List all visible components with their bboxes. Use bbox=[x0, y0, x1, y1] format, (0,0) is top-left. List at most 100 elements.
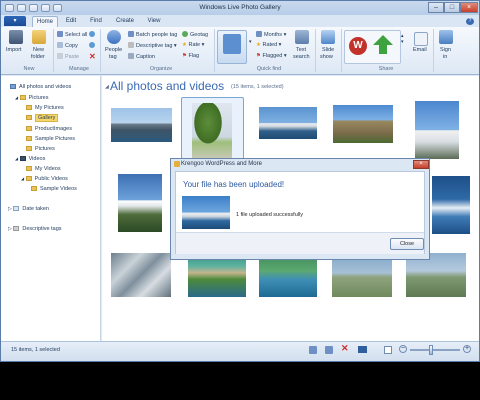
dialog-heading: Your file has been uploaded! bbox=[183, 180, 285, 189]
tab-edit[interactable]: Edit bbox=[61, 16, 81, 27]
select-all-icon bbox=[57, 31, 63, 37]
window-title: Windows Live Photo Gallery bbox=[199, 4, 281, 11]
photos-icon bbox=[10, 84, 16, 89]
star-icon: ★ bbox=[182, 42, 187, 48]
photo-thumbnail[interactable] bbox=[111, 253, 171, 297]
tab-home[interactable]: Home bbox=[32, 16, 58, 27]
zoom-in-button[interactable]: + bbox=[463, 345, 471, 353]
flag-button[interactable]: ⚑ Flag bbox=[182, 53, 199, 59]
paste-button[interactable]: Paste bbox=[57, 53, 79, 60]
group-label-manage: Manage bbox=[69, 66, 89, 72]
photo-thumbnail[interactable] bbox=[432, 176, 470, 234]
group-label-new: New bbox=[23, 66, 35, 72]
status-text: 15 items, 1 selected bbox=[11, 347, 60, 353]
rotate-right-icon[interactable] bbox=[89, 42, 97, 49]
photo-thumbnail[interactable] bbox=[333, 105, 393, 143]
folder-icon bbox=[32, 30, 46, 44]
import-button[interactable]: Import bbox=[5, 30, 27, 64]
flag-icon: ⚑ bbox=[256, 53, 261, 59]
batch-tag-icon bbox=[128, 31, 134, 37]
nav-date-taken[interactable]: ▷ Date taken bbox=[8, 206, 49, 212]
nav-product-images[interactable]: ProductImages bbox=[26, 126, 72, 132]
caption-icon bbox=[128, 53, 134, 59]
nav-pictures[interactable]: ◢ Pictures bbox=[15, 95, 48, 101]
copy-button[interactable]: Copy bbox=[57, 42, 78, 49]
delete-icon[interactable]: ✕ bbox=[341, 343, 349, 354]
sign-in-button[interactable]: Sign in bbox=[436, 30, 456, 64]
photo-thumbnail[interactable] bbox=[259, 107, 317, 139]
nav-pictures-2[interactable]: Pictures bbox=[26, 146, 55, 152]
flag-icon: ⚑ bbox=[182, 53, 187, 59]
folder-icon bbox=[26, 126, 32, 131]
people-filter-dropdown[interactable]: ▾ bbox=[249, 39, 252, 45]
uploaded-photo-thumbnail bbox=[182, 196, 230, 229]
folder-icon bbox=[19, 95, 26, 100]
photo-thumbnail[interactable] bbox=[111, 108, 172, 142]
upload-arrow-icon[interactable] bbox=[373, 35, 393, 45]
maximize-button[interactable]: □ bbox=[444, 2, 460, 13]
slideshow-button[interactable]: Slide show bbox=[317, 30, 339, 64]
close-button[interactable]: Close bbox=[390, 238, 424, 250]
zoom-slider-track[interactable] bbox=[410, 349, 460, 351]
tab-find[interactable]: Find bbox=[85, 16, 107, 27]
nav-my-pictures[interactable]: My Pictures bbox=[26, 105, 64, 111]
nav-all-photos-and-videos[interactable]: All photos and videos bbox=[10, 84, 71, 90]
batch-people-tag-button[interactable]: Batch people tag bbox=[128, 31, 177, 38]
share-scroll-arrows[interactable]: ▴ ▾ bbox=[401, 33, 404, 45]
tab-view[interactable]: View bbox=[143, 16, 165, 27]
help-icon[interactable]: ? bbox=[466, 18, 474, 25]
rotate-left-icon[interactable] bbox=[89, 31, 97, 38]
folder-icon bbox=[26, 136, 32, 141]
rated-button[interactable]: ★ Rated ▾ bbox=[256, 42, 281, 48]
collapse-arrow-icon[interactable]: ◢ bbox=[105, 84, 109, 90]
binoculars-icon bbox=[295, 30, 309, 44]
tab-create[interactable]: Create bbox=[111, 16, 139, 27]
dialog-app-icon bbox=[174, 161, 180, 167]
nav-gallery[interactable]: Gallery bbox=[26, 114, 59, 122]
caption-button[interactable]: Caption bbox=[128, 53, 155, 60]
people-filter-button[interactable] bbox=[217, 30, 247, 64]
delete-icon[interactable]: ✕ bbox=[89, 52, 96, 61]
email-button[interactable]: Email bbox=[410, 30, 432, 64]
wordpress-icon[interactable]: W bbox=[349, 37, 367, 55]
descriptive-tag-button[interactable]: Descriptive tag ▾ bbox=[128, 42, 177, 49]
photo-thumbnail[interactable] bbox=[192, 103, 232, 159]
rate-button[interactable]: ★ Rate ▾ bbox=[182, 42, 204, 48]
months-button[interactable]: Months ▾ bbox=[256, 31, 286, 38]
tag-icon bbox=[13, 226, 20, 231]
select-all-button[interactable]: Select all bbox=[57, 31, 87, 38]
rotate-right-icon[interactable] bbox=[325, 346, 333, 354]
sign-in-icon bbox=[439, 30, 453, 44]
file-menu-button[interactable]: ▾ bbox=[4, 16, 26, 26]
nav-videos[interactable]: ◢ Videos bbox=[15, 156, 45, 162]
rotate-left-icon[interactable] bbox=[309, 346, 317, 354]
navigation-pane: All photos and videos ◢ Pictures My Pict… bbox=[1, 76, 101, 341]
people-icon bbox=[107, 30, 121, 44]
nav-sample-videos[interactable]: Sample Videos bbox=[31, 186, 77, 192]
nav-descriptive-tags[interactable]: ▷ Descriptive tags bbox=[8, 226, 62, 232]
slideshow-icon[interactable] bbox=[358, 346, 367, 353]
dialog-footer: Close bbox=[176, 232, 424, 254]
photo-thumbnail[interactable] bbox=[415, 101, 459, 159]
new-folder-button[interactable]: New folder bbox=[29, 30, 51, 64]
nav-public-videos[interactable]: ◢ Public Videos bbox=[21, 176, 68, 182]
actual-size-icon[interactable] bbox=[384, 346, 392, 354]
dialog-close-icon[interactable]: × bbox=[413, 160, 429, 169]
geotag-button[interactable]: Geotag bbox=[182, 31, 208, 38]
video-folder-icon bbox=[19, 156, 26, 161]
people-tag-button[interactable]: People tag bbox=[103, 30, 125, 64]
folder-icon bbox=[26, 166, 32, 171]
photo-thumbnail[interactable] bbox=[118, 174, 162, 232]
close-window-button[interactable]: × bbox=[460, 2, 478, 13]
minimize-button[interactable]: – bbox=[428, 2, 444, 13]
flagged-button[interactable]: ⚑ Flagged ▾ bbox=[256, 53, 287, 59]
ribbon: Import New folder New Select all Copy Pa… bbox=[1, 27, 479, 75]
zoom-out-button[interactable]: − bbox=[399, 345, 407, 353]
share-gallery: W bbox=[344, 30, 401, 64]
zoom-slider-thumb[interactable] bbox=[429, 345, 433, 355]
calendar-icon bbox=[256, 31, 262, 37]
nav-sample-pictures[interactable]: Sample Pictures bbox=[26, 136, 75, 142]
text-search-button[interactable]: Text search bbox=[290, 30, 314, 64]
nav-my-videos[interactable]: My Videos bbox=[26, 166, 61, 172]
status-bar: 15 items, 1 selected ✕ − + bbox=[1, 341, 479, 361]
